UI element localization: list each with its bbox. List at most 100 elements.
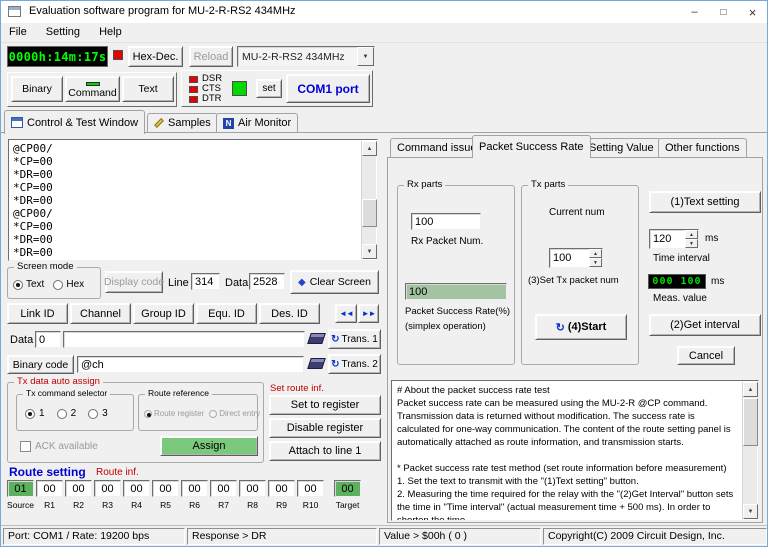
- route-cell-r7[interactable]: 00: [210, 480, 237, 497]
- trans2-button[interactable]: ↻ Trans. 2: [328, 354, 381, 374]
- clear-screen-button[interactable]: ◆ Clear Screen: [290, 270, 379, 294]
- tx-selector-3-radio[interactable]: [88, 408, 99, 419]
- binary-code-button[interactable]: Binary code: [7, 355, 74, 374]
- link-status-led-icon: [232, 81, 247, 96]
- menu-item-setting[interactable]: Setting: [38, 23, 88, 41]
- info-scroll-thumb[interactable]: [743, 398, 758, 446]
- route-setting-title: Route setting: [9, 465, 86, 479]
- route-cell-r2[interactable]: 00: [65, 480, 92, 497]
- next-page-icon[interactable]: ►►: [358, 304, 379, 323]
- menu-item-help[interactable]: Help: [91, 23, 130, 41]
- time-interval-down-icon[interactable]: ▼: [685, 239, 698, 248]
- tab-control-test-window[interactable]: Control & Test Window: [4, 110, 146, 134]
- info-scrollbar[interactable]: ▲ ▼: [742, 382, 758, 519]
- ack-available-checkbox: [20, 441, 31, 452]
- prev-page-icon[interactable]: ◄◄: [335, 304, 357, 323]
- tab-setting-value[interactable]: Setting Value: [582, 138, 661, 157]
- attach-to-line1-button[interactable]: Attach to line 1: [269, 441, 381, 461]
- trans1-button[interactable]: ↻ Trans. 1: [328, 329, 381, 349]
- info-text-area[interactable]: # About the packet success rate test Pac…: [391, 380, 759, 521]
- route-label-r6: R6: [189, 500, 200, 510]
- cancel-button[interactable]: Cancel: [677, 346, 735, 365]
- group-id-button[interactable]: Group ID: [133, 303, 194, 324]
- route-cell-r5[interactable]: 00: [152, 480, 179, 497]
- route-cell-r6[interactable]: 00: [181, 480, 208, 497]
- time-interval-input[interactable]: [650, 233, 685, 245]
- maximize-button[interactable]: □: [709, 1, 738, 23]
- start-label: (4)Start: [567, 321, 607, 333]
- link-id-button[interactable]: Link ID: [7, 303, 68, 324]
- screen-mode-title: Screen mode: [14, 261, 77, 272]
- menu-item-file[interactable]: File: [1, 23, 35, 41]
- route-cell-r9[interactable]: 00: [268, 480, 295, 497]
- tx-packet-up-icon[interactable]: ▲: [589, 249, 602, 258]
- data-text-input[interactable]: [66, 333, 302, 346]
- tab-samples[interactable]: Samples: [147, 113, 218, 132]
- data-count-entry[interactable]: [35, 331, 61, 348]
- text-setting-button[interactable]: (1)Text setting: [649, 191, 761, 213]
- hexdec-button[interactable]: Hex-Dec.: [128, 46, 183, 67]
- assign-button[interactable]: Assign: [160, 436, 258, 456]
- command-mode-button[interactable]: Command: [65, 76, 120, 102]
- binary-text-input[interactable]: [80, 358, 301, 371]
- scroll-up-icon[interactable]: ▲: [362, 141, 377, 156]
- data-count-input[interactable]: [38, 333, 58, 346]
- scroll-down-icon[interactable]: ▼: [743, 504, 758, 519]
- route-cell-r8[interactable]: 00: [239, 480, 266, 497]
- start-button[interactable]: ↻ (4)Start: [535, 314, 627, 340]
- route-cell-r10[interactable]: 00: [297, 480, 324, 497]
- screen-mode-hex-radio[interactable]: [53, 279, 64, 290]
- tx-packet-down-icon[interactable]: ▼: [589, 258, 602, 267]
- route-cell-r4[interactable]: 00: [123, 480, 150, 497]
- tx-selector-2-radio[interactable]: [56, 408, 67, 419]
- route-register-label: Route register: [154, 409, 205, 418]
- terminal-output[interactable]: @CP00/ *CP=00 *DR=00 *CP=00 *DR=00 @CP00…: [8, 139, 378, 261]
- com-port-button[interactable]: COM1 port: [286, 74, 370, 103]
- tab-samples-label: Samples: [168, 117, 211, 129]
- disable-register-button[interactable]: Disable register: [269, 418, 381, 438]
- time-interval-up-icon[interactable]: ▲: [685, 230, 698, 239]
- binary-text-entry[interactable]: [77, 356, 304, 373]
- rx-packet-num-field[interactable]: [411, 213, 481, 230]
- data-text-entry[interactable]: [63, 331, 305, 348]
- binary-mode-button[interactable]: Binary: [11, 76, 63, 102]
- scroll-up-icon[interactable]: ▲: [743, 382, 758, 397]
- tab-air-monitor[interactable]: N Air Monitor: [216, 113, 299, 132]
- reload-button: Reload: [189, 46, 233, 67]
- get-interval-button[interactable]: (2)Get interval: [649, 314, 761, 336]
- erase-binary-icon[interactable]: [307, 358, 326, 369]
- route-cell-source[interactable]: 01: [7, 480, 34, 497]
- des-id-button[interactable]: Des. ID: [259, 303, 320, 324]
- transmit-icon: ↻: [331, 333, 340, 345]
- set-to-register-button[interactable]: Set to register: [269, 395, 381, 415]
- minimize-button[interactable]: –: [680, 1, 709, 23]
- direct-entry-radio: [209, 409, 218, 418]
- route-cell-r3[interactable]: 00: [94, 480, 121, 497]
- tx-packet-num-input[interactable]: [550, 252, 589, 264]
- text-mode-button[interactable]: Text: [122, 76, 174, 102]
- set-button[interactable]: set: [256, 79, 282, 98]
- scroll-down-icon[interactable]: ▼: [362, 244, 377, 259]
- device-combo[interactable]: MU-2-R-RS2 434MHz ▼: [237, 46, 375, 67]
- route-cell-r1[interactable]: 00: [36, 480, 63, 497]
- screen-mode-text-radio[interactable]: [13, 279, 23, 290]
- terminal-scroll-thumb[interactable]: [362, 199, 377, 227]
- screen-mode-hex-label: Hex: [66, 279, 85, 290]
- tab-packet-success-rate[interactable]: Packet Success Rate: [472, 135, 591, 158]
- statusbar-divider: [1, 525, 767, 526]
- tab-command-issue[interactable]: Command issue: [390, 138, 484, 157]
- channel-button[interactable]: Channel: [70, 303, 131, 324]
- erase-data-icon[interactable]: [307, 333, 326, 344]
- line-label: Line: [168, 277, 189, 289]
- tx-selector-1-radio[interactable]: [25, 408, 35, 419]
- equ-id-button[interactable]: Equ. ID: [196, 303, 257, 324]
- close-button[interactable]: ×: [738, 1, 767, 23]
- rx-packet-num-input[interactable]: [414, 215, 478, 228]
- tx-selector-1-label: 1: [39, 408, 45, 419]
- menu-bar: File Setting Help: [1, 23, 767, 43]
- route-cell-target[interactable]: 00: [334, 480, 361, 497]
- tab-other-functions[interactable]: Other functions: [658, 138, 747, 157]
- combo-dropdown-icon[interactable]: ▼: [357, 47, 374, 66]
- terminal-scrollbar[interactable]: ▲ ▼: [361, 141, 377, 259]
- route-label-r3: R3: [102, 500, 113, 510]
